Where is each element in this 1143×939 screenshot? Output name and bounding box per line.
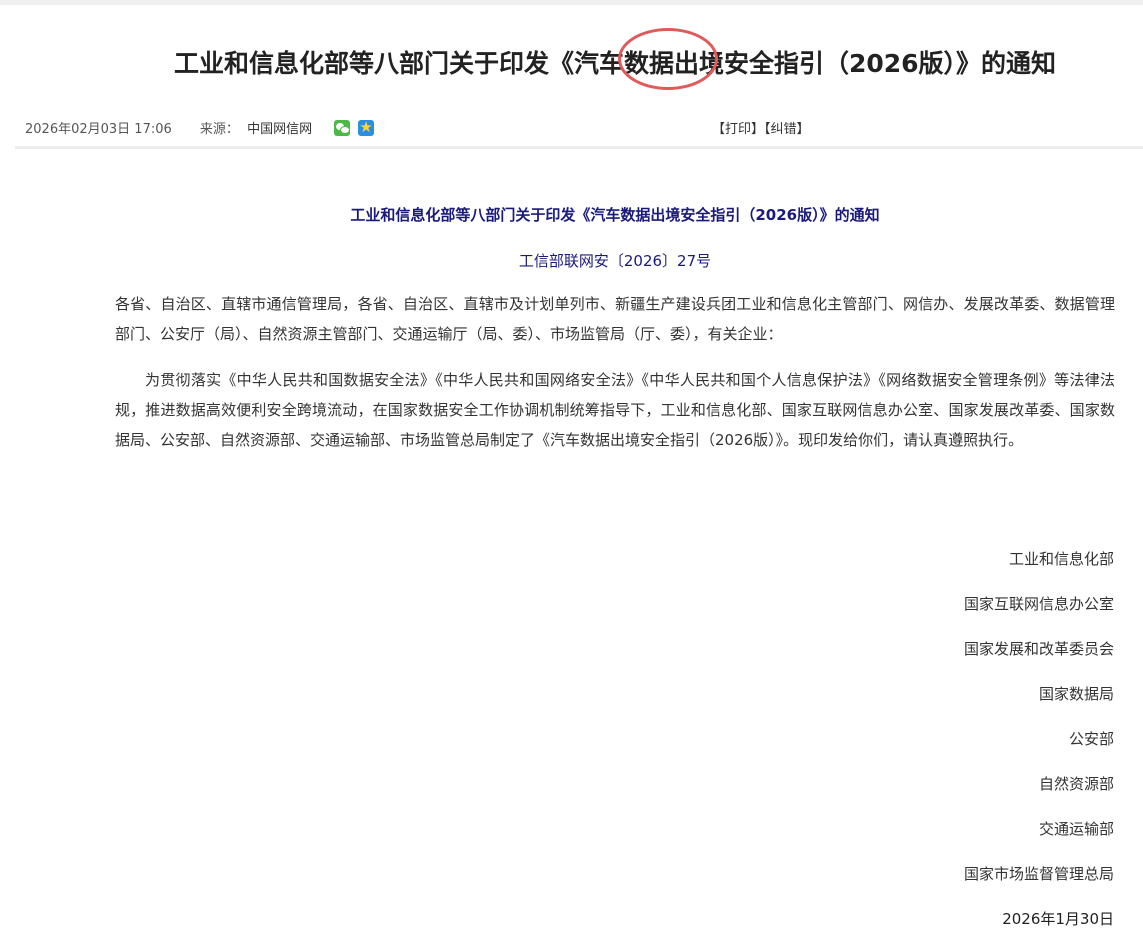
signatory: 国家发展和改革委员会: [963, 640, 1114, 658]
top-strip: [0, 0, 1143, 5]
correct-link[interactable]: 【纠错】: [764, 122, 810, 137]
qzone-share-icon[interactable]: [358, 118, 375, 136]
signatory: 国家数据局: [1038, 685, 1114, 703]
header-divider: [15, 146, 1143, 149]
publish-date: 2026年02月03日 17:06: [25, 122, 172, 137]
document-number: 工信部联网安〔2026〕27号: [518, 252, 712, 270]
article-tools: 【打印】【纠错】: [712, 118, 810, 137]
body-paragraph: 为贯彻落实《中华人民共和国数据安全法》《中华人民共和国网络安全法》《中华人民共和…: [115, 371, 1115, 449]
article-meta: 2026年02月03日 17:06 来源： 中国网信网: [25, 118, 378, 137]
document-title: 工业和信息化部等八部门关于印发《汽车数据出境安全指引（2026版）》的通知: [350, 206, 880, 224]
sign-date: 2026年1月30日: [1002, 910, 1114, 928]
signatory: 公安部: [1068, 730, 1114, 748]
signatory: 自然资源部: [1038, 775, 1114, 793]
print-link[interactable]: 【打印】: [712, 122, 764, 137]
source-label: 来源：: [199, 122, 239, 137]
signatory: 国家市场监督管理总局: [963, 865, 1114, 883]
signatory: 工业和信息化部: [1008, 550, 1114, 568]
highlight-circle-annotation: [618, 28, 718, 90]
addressees-paragraph: 各省、自治区、直辖市通信管理局，各省、自治区、直辖市及计划单列市、新疆生产建设兵…: [115, 295, 1115, 343]
signatory: 交通运输部: [1038, 820, 1114, 838]
source-name: 中国网信网: [247, 122, 313, 137]
signatory-list: 工业和信息化部 国家互联网信息办公室 国家发展和改革委员会 国家数据局 公安部 …: [964, 544, 1114, 904]
signatory: 国家互联网信息办公室: [963, 595, 1114, 613]
page-title: 工业和信息化部等八部门关于印发《汽车数据出境安全指引（2026版）》的通知: [173, 49, 1057, 78]
wechat-share-icon[interactable]: [334, 120, 351, 136]
